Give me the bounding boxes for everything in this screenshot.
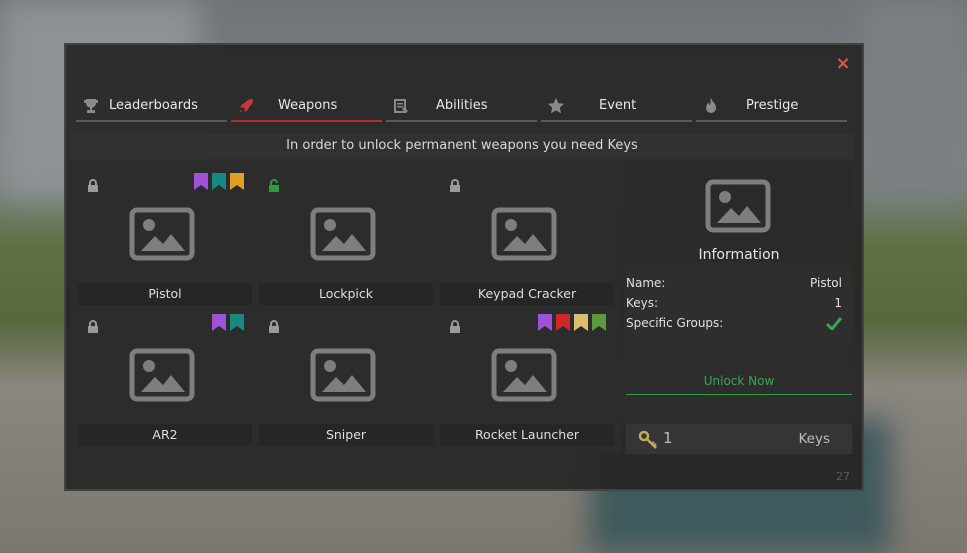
tab-prestige[interactable]: Prestige: [696, 92, 847, 122]
image-placeholder-icon: [129, 348, 195, 402]
tab-event[interactable]: Event: [541, 92, 692, 122]
detail-name-row: Name: Pistol: [626, 276, 842, 294]
group-ribbons: [538, 314, 606, 331]
image-placeholder-icon: [491, 207, 557, 261]
tab-leaderboards[interactable]: Leaderboards: [76, 92, 227, 122]
tab-label: Event: [599, 98, 637, 113]
page-number: 27: [836, 470, 850, 483]
tab-label: Leaderboards: [109, 98, 198, 113]
group-ribbons: [194, 173, 244, 190]
bookmark-icon: [556, 314, 570, 331]
bookmark-icon: [592, 314, 606, 331]
detail-label: Specific Groups:: [626, 316, 724, 330]
tab-label: Abilities: [436, 98, 488, 113]
trophy-icon: [84, 99, 98, 113]
tab-label: Weapons: [278, 98, 338, 113]
weapon-card[interactable]: Keypad Cracker: [440, 169, 614, 305]
rocket-icon: [239, 99, 253, 113]
close-button[interactable]: ×: [834, 55, 852, 73]
bookmark-icon: [574, 314, 588, 331]
group-ribbons: [212, 314, 244, 331]
keys-balance: 1 Keys: [626, 424, 852, 454]
weapon-name: Sniper: [259, 424, 433, 446]
detail-label: Keys:: [626, 296, 659, 310]
star-icon: [548, 98, 564, 114]
fire-icon: [706, 98, 716, 113]
weapon-card[interactable]: AR2: [78, 310, 252, 446]
image-placeholder-icon: [129, 207, 195, 261]
detail-label: Name:: [626, 276, 666, 290]
abilities-icon: [394, 99, 408, 113]
tab-abilities[interactable]: Abilities: [386, 92, 537, 122]
bookmark-icon: [212, 314, 226, 331]
detail-keys-row: Keys: 1: [626, 296, 842, 314]
lock-icon: [88, 320, 98, 333]
detail-groups-row: Specific Groups:: [626, 316, 842, 334]
unlock-now-button[interactable]: Unlock Now: [626, 367, 852, 395]
keys-count: 1: [663, 429, 673, 447]
weapon-card[interactable]: Lockpick: [259, 169, 433, 305]
lock-icon: [269, 320, 279, 333]
weapon-card[interactable]: Rocket Launcher: [440, 310, 614, 446]
image-placeholder-icon: [705, 179, 771, 233]
bookmark-icon: [212, 173, 226, 190]
weapon-card[interactable]: Pistol: [78, 169, 252, 305]
image-placeholder-icon: [310, 207, 376, 261]
info-banner: In order to unlock permanent weapons you…: [70, 133, 854, 159]
checkmark-icon: [826, 317, 842, 330]
lock-icon: [88, 179, 98, 192]
weapon-card[interactable]: Sniper: [259, 310, 433, 446]
weapon-name: Lockpick: [259, 283, 433, 305]
lock-icon: [450, 320, 460, 333]
detail-value: 1: [834, 296, 842, 310]
key-icon: [638, 430, 657, 449]
bookmark-icon: [230, 314, 244, 331]
unlock-icon: [269, 179, 279, 192]
bookmark-icon: [538, 314, 552, 331]
lock-icon: [450, 179, 460, 192]
weapon-name: Pistol: [78, 283, 252, 305]
tab-label: Prestige: [746, 98, 799, 113]
tab-weapons[interactable]: Weapons: [231, 92, 382, 122]
image-placeholder-icon: [491, 348, 557, 402]
weapon-name: AR2: [78, 424, 252, 446]
weapon-name: Keypad Cracker: [440, 283, 614, 305]
bookmark-icon: [230, 173, 244, 190]
details-title: Information: [698, 247, 780, 263]
detail-value: Pistol: [810, 276, 842, 290]
bookmark-icon: [194, 173, 208, 190]
background-building-right: [860, 0, 967, 200]
keys-label: Keys: [798, 431, 830, 447]
weapon-name: Rocket Launcher: [440, 424, 614, 446]
image-placeholder-icon: [310, 348, 376, 402]
